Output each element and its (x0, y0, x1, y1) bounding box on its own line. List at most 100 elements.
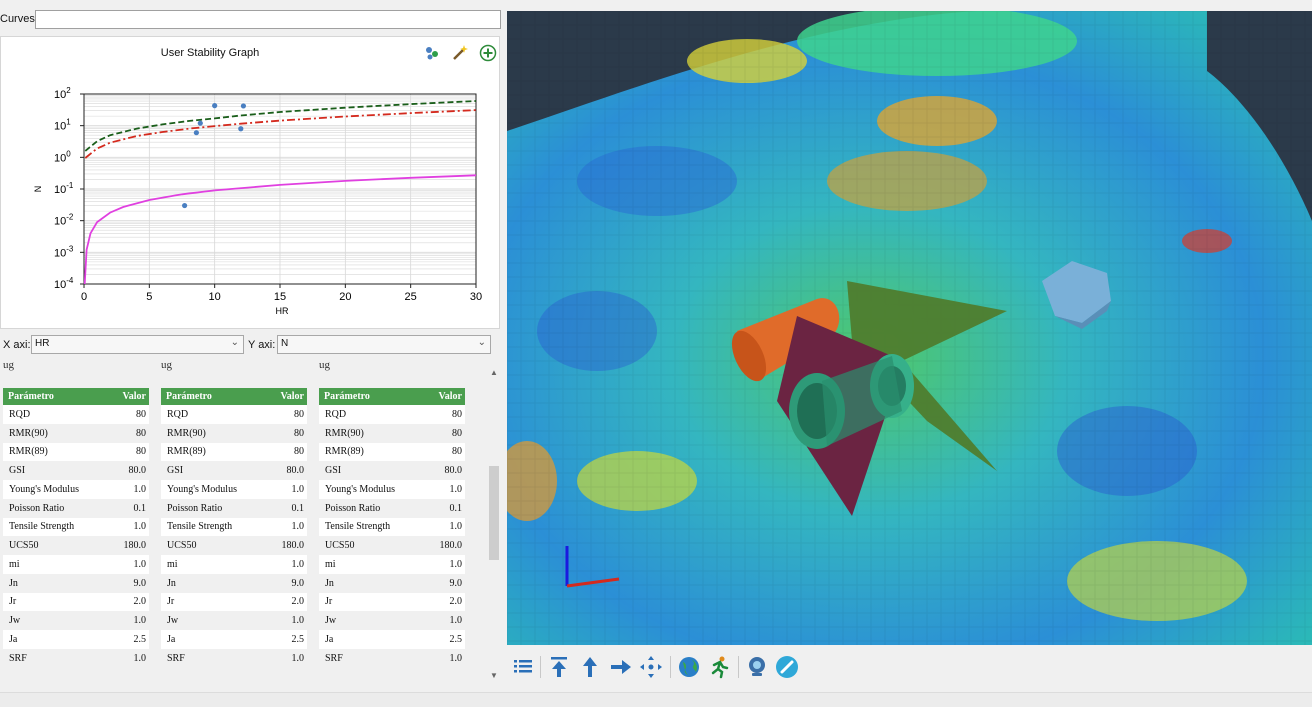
param-name: Tensile Strength (9, 521, 75, 533)
param-name: RMR(89) (9, 446, 48, 458)
scatter-settings-icon[interactable] (423, 44, 441, 62)
param-value: 1.0 (291, 652, 305, 664)
param-value: 180.0 (281, 540, 305, 552)
table-row: Ja 2.5 (319, 630, 465, 649)
table-row: Tensile Strength 1.0 (3, 517, 149, 537)
param-name: Jn (167, 577, 176, 589)
param-value: 2.5 (449, 633, 463, 645)
data-point (193, 130, 199, 136)
y-tick-label: 10-3 (54, 244, 74, 259)
param-value: 80 (452, 427, 462, 439)
tables-scrollbar[interactable]: ▲ ▼ (488, 368, 500, 680)
table-row: Jw 1.0 (3, 611, 149, 630)
param-name: RQD (325, 408, 347, 420)
table-row: SRF 1.0 (3, 648, 149, 668)
param-name: Poisson Ratio (325, 502, 381, 514)
parameter-tables: ug Parámetro Valor RQD 80 RMR(90) 80 RMR(89)… (0, 360, 488, 682)
header-parametro: Parámetro (166, 391, 212, 402)
table-row: Jw 1.0 (161, 611, 307, 630)
table-row: RQD 80 (161, 405, 307, 424)
runner-icon[interactable] (706, 654, 732, 680)
param-value: 1.0 (449, 483, 463, 495)
data-point (238, 126, 244, 132)
toolbar-separator (540, 656, 541, 678)
y-tick-base: 10 (54, 184, 66, 196)
y-axis-value: N (281, 338, 289, 349)
param-name: Jw (167, 615, 179, 627)
data-point (240, 103, 247, 109)
left-panel: Curves 0 5 10 15 20 25 30 102 101 100 10-1 10-2 10-3… (0, 0, 504, 692)
viewport-toolbar (507, 650, 1312, 686)
y-tick-exponent: 2 (66, 86, 71, 95)
y-axis-select[interactable]: N ⌄ (277, 335, 491, 354)
param-value: 1.0 (449, 521, 463, 533)
paint-brush-icon[interactable] (774, 654, 800, 680)
table-row: Poisson Ratio 0.1 (3, 498, 149, 518)
param-name: RMR(89) (325, 446, 364, 458)
table-row: GSI 80.0 (161, 461, 307, 480)
param-value: 2.5 (133, 633, 147, 645)
param-value: 0.1 (291, 502, 305, 514)
param-name: Poisson Ratio (167, 502, 223, 514)
magic-wand-icon[interactable] (451, 44, 469, 62)
table-caption: ug (319, 359, 330, 371)
3d-viewport[interactable] (507, 11, 1312, 645)
table-row: mi 1.0 (161, 555, 307, 574)
arrow-right-icon[interactable] (608, 654, 634, 680)
globe-icon[interactable] (676, 654, 702, 680)
y-tick-label: 10-4 (54, 276, 74, 291)
param-name: Young's Modulus (325, 483, 395, 495)
param-value: 80 (294, 408, 304, 420)
param-value: 9.0 (291, 577, 305, 589)
param-value: 80 (294, 446, 304, 458)
parameter-table: ug Parámetro Valor RQD 80 RMR(90) 80 RMR(89)… (3, 360, 149, 668)
table-row: Ja 2.5 (161, 630, 307, 649)
table-body: RQD 80 RMR(90) 80 RMR(89) 80 GSI 80.0 Young's Mo… (161, 405, 307, 668)
stability-graph: 0 5 10 15 20 25 3010210110010-110-210-310-4HRN (33, 86, 482, 316)
param-value: 9.0 (449, 577, 463, 589)
graph-title: User Stability Graph (160, 47, 260, 59)
x-tick-label: 10 (209, 291, 221, 303)
param-value: 1.0 (291, 615, 305, 627)
param-name: Jn (9, 577, 18, 589)
data-point (197, 120, 203, 126)
arrow-up-icon[interactable] (577, 654, 603, 680)
table-body: RQD 80 RMR(90) 80 RMR(89) 80 GSI 80.0 Young's Mo… (319, 405, 465, 668)
table-row: RMR(89) 80 (161, 442, 307, 462)
y-tick-exponent: -1 (66, 181, 74, 190)
header-valor: Valor (280, 391, 304, 402)
x-tick-label: 20 (339, 291, 351, 303)
x-axis-select[interactable]: HR ⌄ (31, 335, 244, 354)
table-row: UCS50 180.0 (161, 536, 307, 555)
table-row: Tensile Strength 1.0 (319, 517, 465, 537)
param-name: UCS50 (9, 540, 39, 552)
param-name: Jr (325, 596, 333, 608)
align-top-icon[interactable] (546, 654, 572, 680)
param-name: GSI (9, 465, 26, 477)
parameter-table: ug Parámetro Valor RQD 80 RMR(90) 80 RMR(89)… (161, 360, 307, 668)
param-name: Jw (325, 615, 337, 627)
param-name: Young's Modulus (9, 483, 79, 495)
scroll-up-icon[interactable]: ▲ (490, 368, 498, 377)
param-name: RMR(90) (325, 427, 364, 439)
param-name: Ja (325, 633, 334, 645)
param-value: 1.0 (291, 483, 305, 495)
curves-input[interactable] (35, 10, 501, 29)
param-name: Jw (9, 615, 21, 627)
param-value: 180.0 (439, 540, 463, 552)
table-row: Poisson Ratio 0.1 (319, 498, 465, 518)
param-name: mi (167, 558, 178, 570)
table-row: SRF 1.0 (161, 648, 307, 668)
param-value: 0.1 (449, 502, 463, 514)
center-view-icon[interactable] (638, 654, 664, 680)
curves-label: Curves (0, 13, 35, 25)
webcam-icon[interactable] (744, 654, 770, 680)
list-icon[interactable] (510, 654, 536, 680)
table-row: Poisson Ratio 0.1 (161, 498, 307, 518)
table-row: Young's Modulus 1.0 (319, 480, 465, 499)
scrollbar-thumb[interactable] (489, 466, 499, 560)
scroll-down-icon[interactable]: ▼ (490, 671, 498, 680)
table-row: Young's Modulus 1.0 (3, 480, 149, 499)
add-circle-icon[interactable] (479, 44, 497, 62)
param-value: 2.0 (133, 596, 147, 608)
